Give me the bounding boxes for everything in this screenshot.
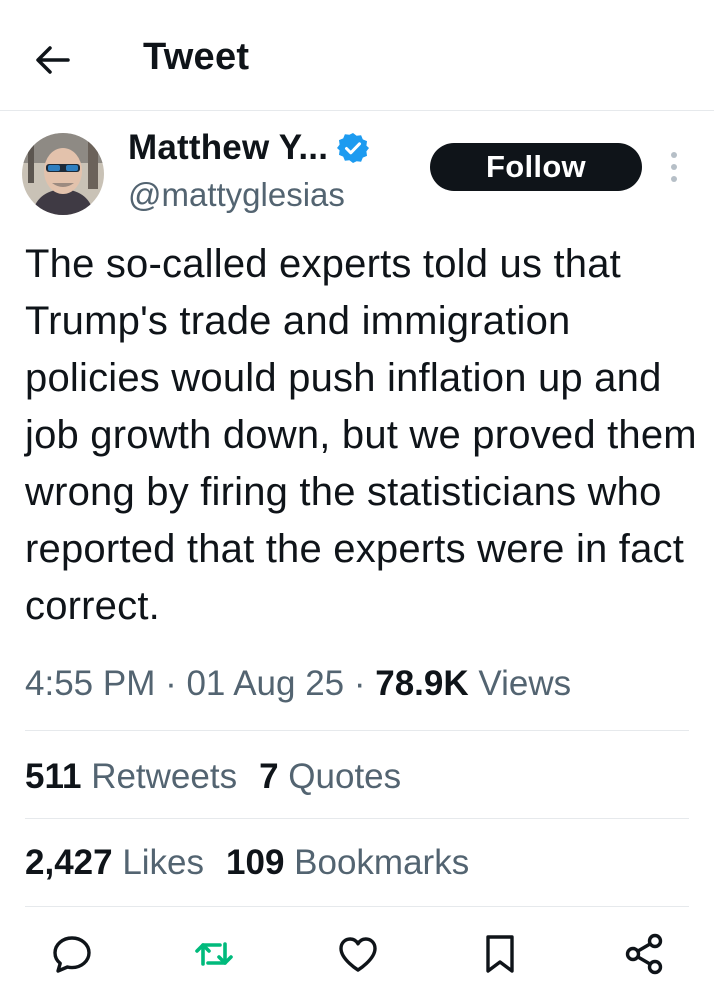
meta-separator: · xyxy=(155,664,187,703)
likes-count: 2,427 xyxy=(25,843,113,882)
author-handle[interactable]: @mattyglesias xyxy=(128,176,345,214)
author-name[interactable]: Matthew Y... xyxy=(128,128,328,168)
tweet-text: The so-called experts told us that Trump… xyxy=(25,242,697,628)
tweet-date: 01 Aug 25 xyxy=(186,664,345,703)
likes-stat[interactable]: 2,427 Likes xyxy=(25,843,204,882)
quotes-stat[interactable]: 7 Quotes xyxy=(259,757,401,796)
retweets-label: Retweets xyxy=(81,757,238,796)
like-icon[interactable] xyxy=(334,930,382,978)
divider xyxy=(25,730,689,731)
tweet-time: 4:55 PM xyxy=(25,664,156,703)
quotes-count: 7 xyxy=(259,757,279,796)
avatar[interactable] xyxy=(22,133,104,215)
action-bar xyxy=(0,930,714,986)
top-bar: Tweet xyxy=(0,0,714,111)
views-count: 78.9K xyxy=(375,664,469,703)
verified-badge-icon xyxy=(337,133,370,163)
stats-row-shares: 511 Retweets 7 Quotes xyxy=(25,757,401,797)
likes-label: Likes xyxy=(112,843,205,882)
bookmarks-count: 109 xyxy=(226,843,285,882)
back-arrow-icon[interactable] xyxy=(30,38,74,82)
bookmark-icon[interactable] xyxy=(476,930,524,978)
views-label: Views xyxy=(468,664,572,703)
tweet-meta: 4:55 PM · 01 Aug 25 · 78.9K Views xyxy=(25,664,571,704)
follow-button[interactable]: Follow xyxy=(430,143,642,191)
divider xyxy=(25,818,689,819)
bookmarks-label: Bookmarks xyxy=(284,843,470,882)
stats-row-likes: 2,427 Likes 109 Bookmarks xyxy=(25,843,469,883)
retweet-icon[interactable] xyxy=(190,930,238,978)
divider xyxy=(25,906,689,907)
author-name-row[interactable]: Matthew Y... xyxy=(128,128,370,168)
retweets-stat[interactable]: 511 Retweets xyxy=(25,757,237,796)
share-icon[interactable] xyxy=(620,930,668,978)
quotes-label: Quotes xyxy=(278,757,402,796)
reply-icon[interactable] xyxy=(48,930,96,978)
bookmarks-stat[interactable]: 109 Bookmarks xyxy=(226,843,469,882)
retweets-count: 511 xyxy=(25,757,82,796)
meta-separator: · xyxy=(344,664,376,703)
more-options-icon[interactable] xyxy=(664,148,684,188)
page-title: Tweet xyxy=(143,36,250,78)
